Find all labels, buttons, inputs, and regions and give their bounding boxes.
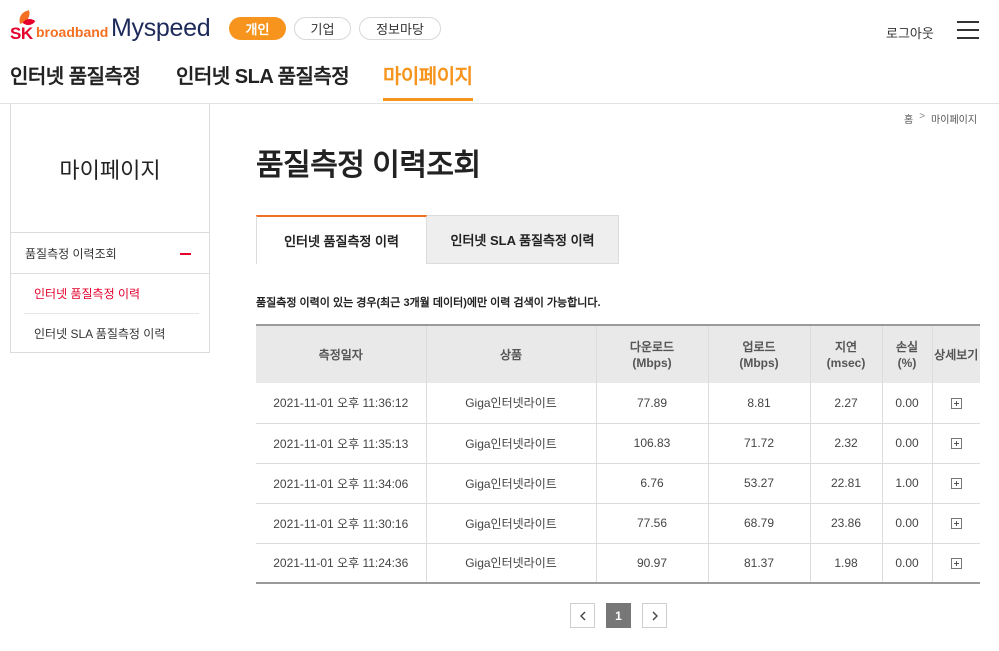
nav-internet-quality[interactable]: 인터넷 품질측정 <box>10 60 141 89</box>
cell-latency: 2.27 <box>809 383 882 424</box>
cell-loss: 1.00 <box>881 463 932 504</box>
cell-upload: 53.27 <box>707 463 810 504</box>
logout-link[interactable]: 로그아웃 <box>886 23 934 42</box>
cell-download: 90.97 <box>595 543 708 584</box>
cell-detail <box>931 423 980 464</box>
cell-latency: 22.81 <box>809 463 882 504</box>
history-table: 측정일자 상품 다운로드 (Mbps) 업로드 (Mbps) 지연 (msec) 손실… <box>256 324 980 584</box>
cell-date: 2021-11-01 오후 11:30:16 <box>256 503 426 544</box>
cell-date: 2021-11-01 오후 11:36:12 <box>256 383 426 424</box>
col-header-loss: 손실 (%) <box>881 324 932 383</box>
tab-internet-history[interactable]: 인터넷 품질측정 이력 <box>256 215 427 264</box>
table-row: 2021-11-01 오후 11:34:06 Giga인터넷라이트 6.76 53.2… <box>256 463 980 504</box>
sidebar-group-quality-history[interactable]: 품질측정 이력조회 <box>11 233 209 274</box>
cell-loss: 0.00 <box>881 503 932 544</box>
segment-business-button[interactable]: 기업 <box>294 17 351 40</box>
history-notice: 품질측정 이력이 있는 경우(최근 3개월 데이터)에만 이력 검색이 가능합니… <box>256 297 601 309</box>
detail-plus-icon[interactable] <box>950 518 962 530</box>
cell-download: 6.76 <box>595 463 708 504</box>
logo-broadband-text: broadband <box>36 24 109 40</box>
detail-plus-icon[interactable] <box>950 478 962 490</box>
cell-latency: 2.32 <box>809 423 882 464</box>
sk-broadband-logo[interactable]: SK broadband <box>10 10 109 43</box>
cell-detail <box>931 543 980 584</box>
segment-info-button[interactable]: 정보마당 <box>359 17 441 40</box>
cell-latency: 23.86 <box>809 503 882 544</box>
cell-detail <box>931 503 980 544</box>
detail-plus-icon[interactable] <box>950 558 962 570</box>
table-row: 2021-11-01 오후 11:35:13 Giga인터넷라이트 106.83 71… <box>256 423 980 464</box>
nav-mypage[interactable]: 마이페이지 <box>383 60 473 101</box>
cell-product: Giga인터넷라이트 <box>425 503 596 544</box>
cell-upload: 71.72 <box>707 423 810 464</box>
brand-title[interactable]: Myspeed <box>111 14 211 43</box>
segment-personal-button[interactable]: 개인 <box>229 17 286 40</box>
cell-upload: 68.79 <box>707 503 810 544</box>
sidebar-title: 마이페이지 <box>11 104 209 233</box>
table-row: 2021-11-01 오후 11:36:12 Giga인터넷라이트 77.89 8.8… <box>256 383 980 424</box>
col-header-download: 다운로드 (Mbps) <box>595 324 708 383</box>
table-header-row: 측정일자 상품 다운로드 (Mbps) 업로드 (Mbps) 지연 (msec) 손실… <box>256 324 980 383</box>
page-number-current[interactable]: 1 <box>606 603 631 628</box>
sidebar-item-sla-history[interactable]: 인터넷 SLA 품질측정 이력 <box>11 314 209 353</box>
cell-product: Giga인터넷라이트 <box>425 383 596 424</box>
sidebar-item-internet-history[interactable]: 인터넷 품질측정 이력 <box>11 274 209 313</box>
sidebar: 마이페이지 품질측정 이력조회 인터넷 품질측정 이력 인터넷 SLA 품질측정… <box>10 104 210 353</box>
col-header-upload: 업로드 (Mbps) <box>707 324 810 383</box>
table-row: 2021-11-01 오후 11:30:16 Giga인터넷라이트 77.56 68.… <box>256 503 980 544</box>
next-page-button[interactable] <box>642 603 667 628</box>
cell-detail <box>931 383 980 424</box>
breadcrumb-home[interactable]: 홈 <box>904 111 913 126</box>
cell-download: 77.56 <box>595 503 708 544</box>
breadcrumb: 홈 > 마이페이지 <box>904 111 977 126</box>
sidebar-group-label: 품질측정 이력조회 <box>25 246 117 261</box>
cell-upload: 8.81 <box>707 383 810 424</box>
cell-product: Giga인터넷라이트 <box>425 543 596 584</box>
menu-icon[interactable] <box>957 21 979 40</box>
cell-loss: 0.00 <box>881 543 932 584</box>
cell-detail <box>931 463 980 504</box>
table-row: 2021-11-01 오후 11:24:36 Giga인터넷라이트 90.97 81.… <box>256 543 980 584</box>
chevron-left-icon <box>579 611 585 620</box>
pagination: 1 <box>570 603 667 628</box>
detail-plus-icon[interactable] <box>950 398 962 410</box>
site-header: SK broadband Myspeed 개인 기업 정보마당 로그아웃 인터넷… <box>0 0 999 104</box>
cell-loss: 0.00 <box>881 423 932 464</box>
col-header-latency: 지연 (msec) <box>809 324 882 383</box>
cell-upload: 81.37 <box>707 543 810 584</box>
nav-internet-sla-quality[interactable]: 인터넷 SLA 품질측정 <box>176 60 350 89</box>
collapse-minus-icon[interactable] <box>180 253 191 255</box>
cell-product: Giga인터넷라이트 <box>425 463 596 504</box>
cell-product: Giga인터넷라이트 <box>425 423 596 464</box>
col-header-detail: 상세보기 <box>931 324 980 383</box>
cell-download: 106.83 <box>595 423 708 464</box>
detail-plus-icon[interactable] <box>950 438 962 450</box>
page-title: 품질측정 이력조회 <box>256 149 481 182</box>
cell-date: 2021-11-01 오후 11:24:36 <box>256 543 426 584</box>
prev-page-button[interactable] <box>570 603 595 628</box>
col-header-date: 측정일자 <box>256 324 426 383</box>
cell-date: 2021-11-01 오후 11:34:06 <box>256 463 426 504</box>
cell-date: 2021-11-01 오후 11:35:13 <box>256 423 426 464</box>
breadcrumb-separator: > <box>919 111 926 122</box>
cell-loss: 0.00 <box>881 383 932 424</box>
cell-download: 77.89 <box>595 383 708 424</box>
breadcrumb-current: 마이페이지 <box>931 115 978 126</box>
col-header-product: 상품 <box>425 324 596 383</box>
tab-sla-history[interactable]: 인터넷 SLA 품질측정 이력 <box>427 215 619 264</box>
history-tabs: 인터넷 품질측정 이력 인터넷 SLA 품질측정 이력 <box>256 215 619 264</box>
cell-latency: 1.98 <box>809 543 882 584</box>
sk-logo-icon: SK <box>10 10 46 43</box>
chevron-right-icon <box>652 611 658 620</box>
